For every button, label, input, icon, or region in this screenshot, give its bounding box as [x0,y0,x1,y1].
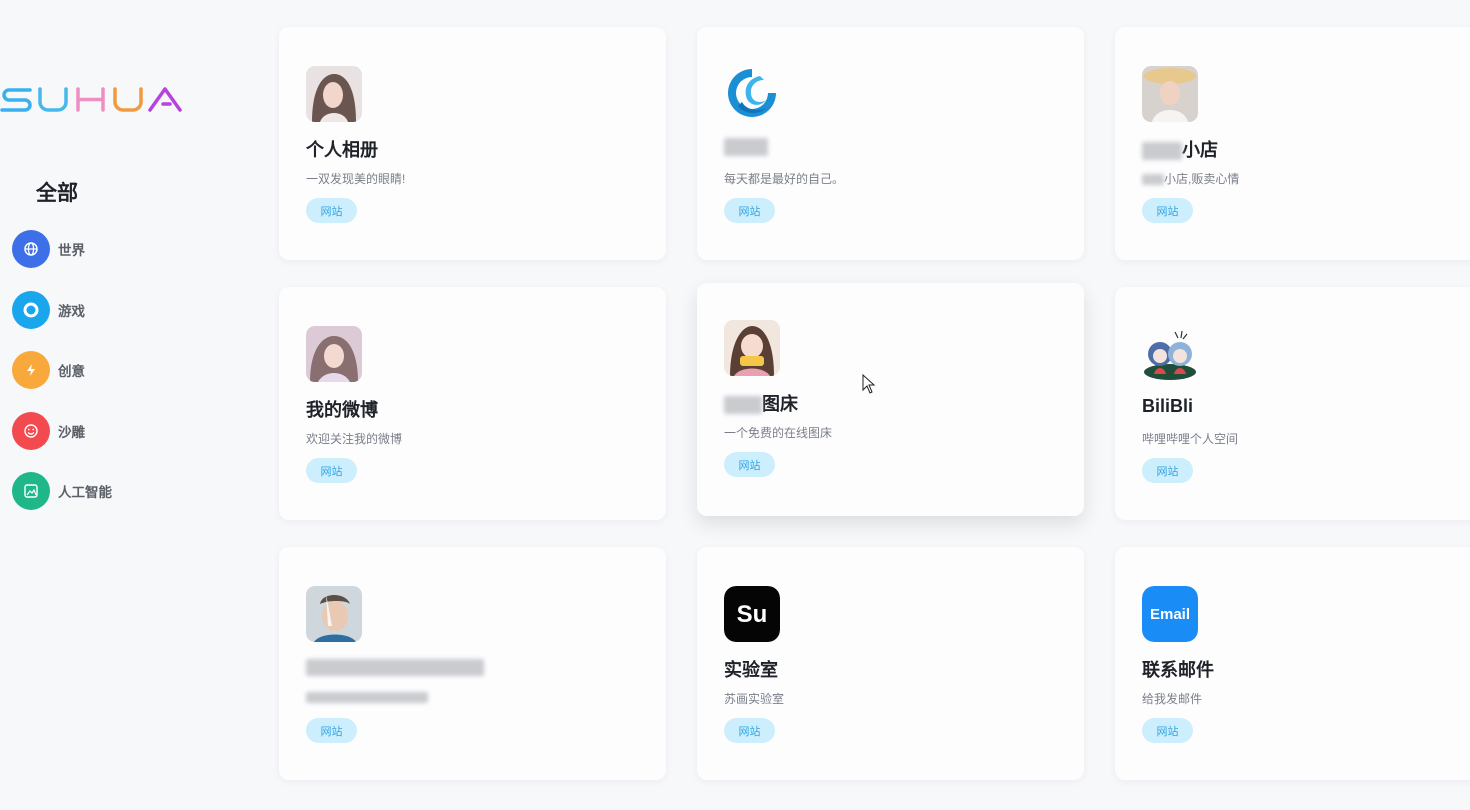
card-description: 小店,贩卖心情 [1142,170,1239,187]
website-tag[interactable]: 网站 [724,452,775,477]
su-logo-icon: Su [724,586,780,642]
card-description: 每天都是最好的自己。 [724,172,845,186]
card-description: 欢迎关注我的微博 [306,432,403,446]
svg-text:Email: Email [1150,606,1190,623]
card-description: 一双发现美的眼睛! [306,172,406,186]
card-description: 一个免费的在线图床 [724,426,833,440]
card-title [306,656,484,677]
svg-text:Su: Su [737,601,768,628]
website-tag[interactable]: 网站 [1142,198,1193,223]
site-card-lab[interactable]: Su 实验室 苏画实验室 网站 [697,547,1084,780]
card-description: 苏画实验室 [724,692,785,706]
site-card-email[interactable]: Email 联系邮件 给我发邮件 网站 [1115,547,1470,780]
sidebar-item-funny[interactable]: 沙雕 [12,411,112,450]
site-logo[interactable] [0,84,190,114]
sidebar-item-label: 人工智能 [58,485,112,500]
sidebar-item-label: 游戏 [58,303,85,319]
sidebar-item-games[interactable]: 游戏 [12,290,112,329]
sidebar-item-label: 创意 [58,364,85,379]
website-tag[interactable]: 网站 [1142,458,1193,483]
photo-avatar-icon [1142,66,1198,122]
smile-icon [12,411,50,450]
site-card-bilibili[interactable]: BiliBli 哔哩哔哩个人空间 网站 [1115,287,1470,520]
card-title [724,136,768,157]
mouse-cursor-icon [862,374,876,394]
card-title: 我的微博 [306,400,378,420]
card-title: 小店 [1142,136,1218,162]
sidebar-item-ai[interactable]: 人工智能 [12,472,112,510]
blue-swirl-logo-icon [724,66,780,122]
image-icon [12,472,50,510]
card-title: 联系邮件 [1142,660,1214,680]
site-card-personal[interactable]: 网站 [279,547,666,780]
site-card-image-host[interactable]: 图床 一个免费的在线图床 网站 [697,283,1084,516]
photo-avatar-icon [306,586,362,642]
email-logo-icon: Email [1142,586,1198,642]
photo-avatar-icon [306,326,362,382]
website-tag[interactable]: 网站 [724,718,775,743]
sidebar-item-creative[interactable]: 创意 [12,351,112,389]
ring-icon [12,290,50,329]
anime-character-icon [1142,326,1198,382]
website-tag[interactable]: 网站 [306,198,357,223]
site-card-album[interactable]: 个人相册 一双发现美的眼睛! 网站 [279,27,666,260]
card-title: 图床 [724,390,798,416]
site-card-blog[interactable]: 每天都是最好的自己。 网站 [697,27,1084,260]
lightning-icon [12,351,50,389]
card-description [306,690,428,704]
website-tag[interactable]: 网站 [724,198,775,223]
website-tag[interactable]: 网站 [306,718,357,743]
website-tag[interactable]: 网站 [1142,718,1193,743]
sidebar-nav: 世界 游戏 创意 沙雕 人工智能 [12,230,112,533]
globe-icon [12,230,50,268]
card-description: 哔哩哔哩个人空间 [1142,432,1239,446]
site-card-shop[interactable]: 小店 小店,贩卖心情 网站 [1115,27,1470,260]
card-title: BiliBli [1142,396,1194,416]
card-title: 个人相册 [306,140,378,160]
sidebar-item-label: 沙雕 [58,424,85,440]
photo-avatar-icon [306,66,362,122]
site-card-weibo[interactable]: 我的微博 欢迎关注我的微博 网站 [279,287,666,520]
sidebar-item-label: 世界 [58,243,85,258]
card-description: 给我发邮件 [1142,692,1203,706]
photo-avatar-icon [724,320,780,376]
sidebar-title: 全部 [36,182,78,205]
card-title: 实验室 [724,660,778,680]
sidebar-item-world[interactable]: 世界 [12,230,112,268]
website-tag[interactable]: 网站 [306,458,357,483]
